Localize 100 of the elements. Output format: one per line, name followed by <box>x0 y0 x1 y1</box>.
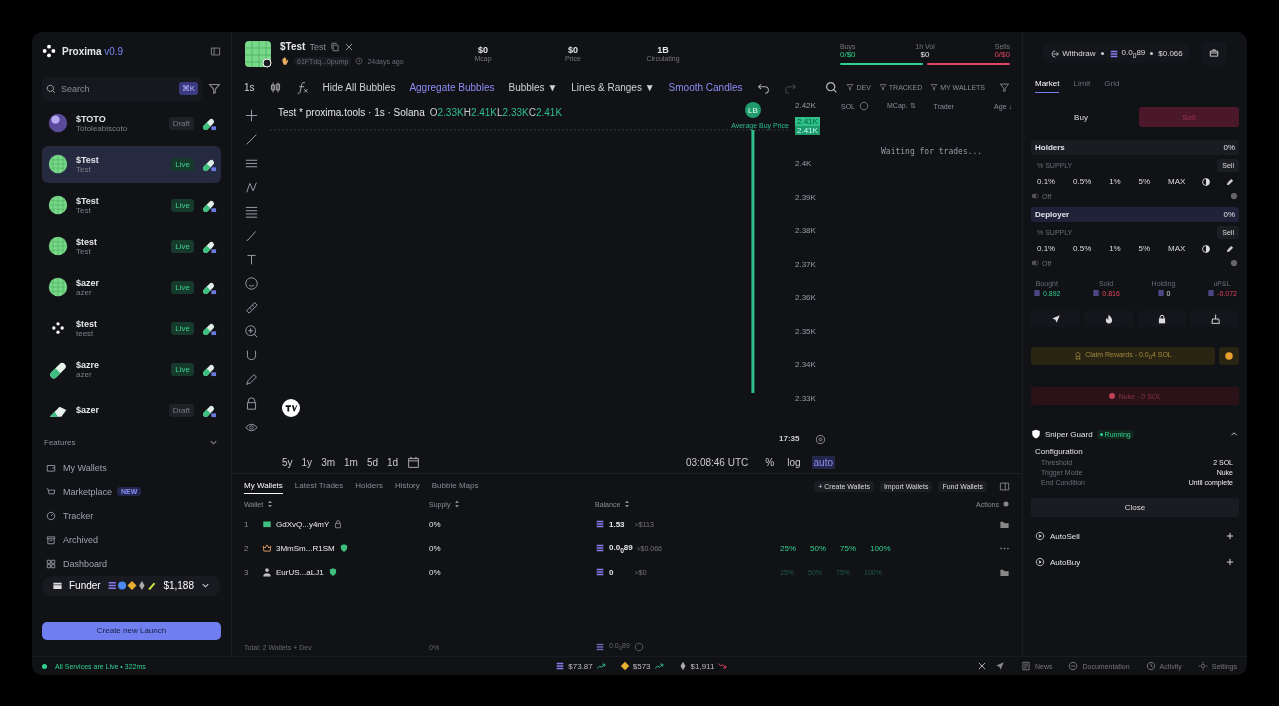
preset-button[interactable]: 0.5% <box>1071 176 1094 187</box>
withdraw-button[interactable]: Withdraw 0.0$_{0}$89 $0.066 <box>1043 44 1189 63</box>
wallet-address[interactable]: EurUS...aLJ1 <box>276 567 324 577</box>
create-launch-button[interactable]: Create new Launch <box>42 621 221 640</box>
preset-button[interactable]: 0.5% <box>1071 243 1094 254</box>
burn-button[interactable] <box>1084 311 1133 327</box>
close-button[interactable]: Close <box>1031 498 1239 517</box>
send-button[interactable] <box>1031 311 1080 327</box>
panel-tab[interactable]: Holders <box>355 478 383 494</box>
scale-toggle[interactable]: auto <box>811 455 835 469</box>
toolbar-button[interactable]: Lines & Ranges ▼ <box>571 81 655 93</box>
buy-preset-button[interactable]: 50% <box>805 543 832 553</box>
order-type-tab[interactable]: Grid <box>1104 79 1120 93</box>
panel-tab[interactable]: My Wallets <box>244 478 283 494</box>
toolbar-button[interactable]: Aggregate Bubbles <box>409 81 495 93</box>
funder-selector[interactable]: Funder $1,188 <box>42 575 221 596</box>
launch-item[interactable]: $Test Test Live <box>42 186 221 224</box>
sort-icon[interactable] <box>623 500 632 508</box>
buy-preset-button[interactable]: 25% <box>775 543 801 553</box>
preset-button[interactable]: 1% <box>1107 243 1123 254</box>
range-button[interactable]: 1m <box>344 456 358 468</box>
preset-button[interactable]: 0.1% <box>1035 243 1058 254</box>
plus-icon[interactable] <box>1225 531 1235 541</box>
filter-icon[interactable] <box>999 81 1010 93</box>
preset-button[interactable]: MAX <box>1165 176 1188 187</box>
trend-line-icon[interactable] <box>244 133 258 146</box>
plus-icon[interactable] <box>1225 557 1235 567</box>
nav-item[interactable]: Dashboard <box>42 558 108 569</box>
pencil-icon[interactable] <box>1225 243 1235 254</box>
text-tool-icon[interactable] <box>244 253 258 266</box>
launch-item[interactable]: $Test Test Live <box>42 145 221 183</box>
order-type-tab[interactable]: Market <box>1035 79 1060 93</box>
panel-tab[interactable]: History <box>394 478 420 494</box>
broom-button[interactable] <box>1190 311 1239 327</box>
preset-button[interactable]: 1% <box>1107 176 1123 187</box>
filter-icon[interactable] <box>208 82 221 96</box>
briefcase-button[interactable] <box>1200 42 1227 65</box>
toolbar-button[interactable]: Hide All Bubbles <box>322 81 396 93</box>
nav-item[interactable]: My Wallets <box>42 462 107 473</box>
sort-icon[interactable] <box>453 500 462 508</box>
horizontal-lines-icon[interactable] <box>244 157 258 170</box>
sidebar-toggle-icon[interactable] <box>210 45 221 57</box>
magnet-icon[interactable] <box>244 349 258 362</box>
coin-button[interactable] <box>1219 347 1239 365</box>
launch-item[interactable]: $azre azer Live <box>42 350 221 388</box>
buy-preset-button[interactable]: 100% <box>865 543 896 553</box>
x-logo-icon[interactable] <box>343 41 354 52</box>
launch-item[interactable]: $TOTO Totoleabiscoto Draft <box>42 104 221 142</box>
lock-button[interactable] <box>1137 311 1186 327</box>
launch-item[interactable]: $test Test Live <box>42 227 221 265</box>
search-field[interactable]: Search ⌘K <box>42 76 202 101</box>
ruler-icon[interactable] <box>244 301 258 314</box>
preset-button[interactable]: 5% <box>1136 176 1153 187</box>
scale-toggle[interactable]: % <box>763 455 777 469</box>
contrast-icon[interactable] <box>1201 243 1212 254</box>
contrast-icon[interactable] <box>1201 176 1212 187</box>
launch-item[interactable]: $azer Draft <box>42 391 221 429</box>
pattern-icon[interactable] <box>244 181 258 194</box>
order-type-tab[interactable]: Limit <box>1073 79 1091 93</box>
preset-button[interactable]: MAX <box>1165 243 1188 254</box>
copy-icon[interactable] <box>329 41 340 52</box>
pencil-icon[interactable] <box>1225 176 1235 187</box>
trade-side-button[interactable]: Buy <box>1031 107 1131 127</box>
panel-tab[interactable]: Latest Trades <box>294 478 344 494</box>
range-button[interactable]: 5d <box>366 456 379 468</box>
brush-icon[interactable] <box>244 229 258 242</box>
function-icon[interactable] <box>295 80 309 94</box>
toolbar-button[interactable]: Bubbles ▼ <box>508 81 558 93</box>
buy-preset-button[interactable]: 75% <box>835 543 862 553</box>
launch-item[interactable]: $azer azer Live <box>42 268 221 306</box>
calendar-icon[interactable] <box>407 455 421 469</box>
fib-levels-icon[interactable] <box>244 205 258 218</box>
eye-icon[interactable] <box>244 421 258 434</box>
sort-icon[interactable] <box>266 500 275 508</box>
emoji-icon[interactable] <box>244 277 258 290</box>
lock-icon[interactable] <box>244 397 258 410</box>
crosshair-icon[interactable] <box>244 109 258 122</box>
search-input[interactable]: Search <box>61 83 174 94</box>
range-button[interactable]: 1d <box>387 456 399 468</box>
zoom-in-icon[interactable] <box>244 325 258 338</box>
toolbar-button[interactable]: Smooth Candles <box>668 81 743 93</box>
preset-button[interactable]: 0.1% <box>1035 176 1058 187</box>
range-button[interactable]: 5y <box>282 456 293 468</box>
interval-button[interactable]: 1s <box>244 81 255 93</box>
range-button[interactable]: 1y <box>301 456 313 468</box>
nav-item[interactable]: Marketplace <box>42 486 113 497</box>
wallet-address[interactable]: 3MmSm...R1SM <box>276 543 335 553</box>
scale-toggle[interactable]: log <box>785 455 803 469</box>
search-icon[interactable] <box>825 80 839 94</box>
nav-item[interactable]: Tracker <box>42 510 94 521</box>
candles-icon[interactable] <box>268 80 282 94</box>
nav-item[interactable]: Archived <box>42 534 98 545</box>
tradingview-logo-icon[interactable] <box>282 399 300 417</box>
launch-item[interactable]: $test teest Live <box>42 309 221 347</box>
x-logo-icon[interactable] <box>976 661 987 671</box>
layout-icon[interactable] <box>999 480 1010 492</box>
wallet-address[interactable]: GdXvQ...y4mY <box>276 519 330 529</box>
preset-button[interactable]: 5% <box>1136 243 1153 254</box>
panel-tab[interactable]: Bubble Maps <box>431 478 479 494</box>
telegram-icon[interactable] <box>994 661 1005 671</box>
